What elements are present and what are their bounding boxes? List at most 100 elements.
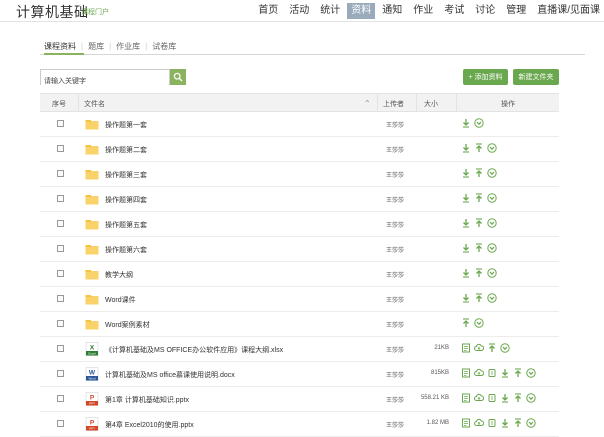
more-icon[interactable] (474, 118, 484, 128)
download-icon[interactable] (461, 118, 471, 128)
more-icon[interactable] (487, 293, 497, 303)
tab-separator: | (81, 41, 84, 51)
row-actions (461, 418, 536, 428)
new-folder-button[interactable]: 新建文件夹 (513, 69, 559, 85)
upload-icon[interactable] (487, 343, 497, 353)
more-icon[interactable] (487, 143, 497, 153)
row-checkbox[interactable] (57, 420, 64, 427)
nav-item[interactable]: 资料 (347, 2, 376, 19)
subtab[interactable]: 试卷库 (148, 41, 180, 52)
upload-icon[interactable] (513, 368, 523, 378)
link-icon[interactable] (487, 418, 497, 428)
search-input[interactable] (41, 74, 169, 89)
download-icon[interactable] (461, 168, 471, 178)
cloud-icon[interactable] (474, 368, 484, 378)
link-icon[interactable] (487, 368, 497, 378)
nav-item[interactable]: 考试 (440, 3, 468, 19)
download-icon[interactable] (500, 418, 510, 428)
file-name-link[interactable]: 操作题第三套 (105, 170, 147, 180)
nav-item[interactable]: 首页 (254, 3, 282, 19)
row-checkbox[interactable] (57, 145, 64, 152)
file-name-link[interactable]: 操作题第二套 (105, 145, 147, 155)
more-icon[interactable] (487, 193, 497, 203)
preview-icon[interactable] (461, 343, 471, 353)
row-checkbox[interactable] (57, 195, 64, 202)
row-checkbox[interactable] (57, 370, 64, 377)
upload-icon[interactable] (474, 218, 484, 228)
subtab[interactable]: 作业库 (112, 41, 144, 52)
more-icon[interactable] (487, 168, 497, 178)
file-name-link[interactable]: 操作题第六套 (105, 245, 147, 255)
svg-text:P: P (90, 395, 95, 402)
file-name-link[interactable]: 教学大纲 (105, 270, 133, 280)
nav-item[interactable]: 统计 (316, 3, 344, 19)
more-icon[interactable] (487, 218, 497, 228)
nav-item[interactable]: 作业 (409, 3, 437, 19)
upload-icon[interactable] (461, 318, 471, 328)
search-button[interactable] (170, 69, 186, 85)
more-icon[interactable] (526, 418, 536, 428)
more-icon[interactable] (526, 393, 536, 403)
more-icon[interactable] (526, 368, 536, 378)
file-name-link[interactable]: 操作题第五套 (105, 220, 147, 230)
link-icon[interactable] (487, 393, 497, 403)
file-name-link[interactable]: 《计算机基础及MS OFFICE办公软件应用》课程大纲.xlsx (105, 345, 283, 355)
file-name-link[interactable]: 第4章 Excel2010的使用.pptx (105, 420, 194, 430)
file-name-link[interactable]: 操作题第一套 (105, 120, 147, 130)
active-tab-indicator (44, 53, 84, 55)
more-icon[interactable] (487, 268, 497, 278)
preview-icon[interactable] (461, 393, 471, 403)
row-checkbox[interactable] (57, 320, 64, 327)
file-name-link[interactable]: Word课件 (105, 295, 136, 305)
preview-icon[interactable] (461, 418, 471, 428)
file-name-link[interactable]: 操作题第四套 (105, 195, 147, 205)
download-icon[interactable] (500, 368, 510, 378)
more-icon[interactable] (500, 343, 510, 353)
row-checkbox[interactable] (57, 270, 64, 277)
upload-icon[interactable] (474, 243, 484, 253)
nav-item[interactable]: 活动 (285, 3, 313, 19)
row-actions (461, 293, 497, 303)
nav-item[interactable]: 直播课/见面课 (533, 3, 604, 19)
row-checkbox[interactable] (57, 245, 64, 252)
download-icon[interactable] (461, 293, 471, 303)
row-checkbox[interactable] (57, 220, 64, 227)
download-icon[interactable] (500, 393, 510, 403)
row-checkbox[interactable] (57, 395, 64, 402)
download-icon[interactable] (461, 218, 471, 228)
cloud-icon[interactable] (474, 418, 484, 428)
row-checkbox[interactable] (57, 170, 64, 177)
download-icon[interactable] (461, 193, 471, 203)
upload-icon[interactable] (474, 168, 484, 178)
upload-icon[interactable] (474, 293, 484, 303)
download-icon[interactable] (461, 143, 471, 153)
file-name-link[interactable]: Word案例素材 (105, 320, 150, 330)
upload-icon[interactable] (474, 268, 484, 278)
nav-item[interactable]: 管理 (502, 3, 530, 19)
cloud-icon[interactable] (474, 343, 484, 353)
upload-icon[interactable] (513, 393, 523, 403)
download-icon[interactable] (461, 243, 471, 253)
upload-icon[interactable] (513, 418, 523, 428)
nav-item[interactable]: 讨论 (471, 3, 499, 19)
sort-caret-icon[interactable]: ⌃ (364, 99, 371, 108)
subtab[interactable]: 题库 (84, 41, 108, 52)
row-checkbox[interactable] (57, 120, 64, 127)
file-name-link[interactable]: 计算机基础及MS office慕课使用说明.docx (105, 370, 235, 380)
cloud-icon[interactable] (474, 393, 484, 403)
upload-icon[interactable] (474, 143, 484, 153)
course-portal-link[interactable]: 课程门户 (81, 7, 109, 17)
col-filename-header[interactable]: 文件名 (84, 99, 105, 109)
more-icon[interactable] (487, 243, 497, 253)
row-checkbox[interactable] (57, 345, 64, 352)
upload-icon[interactable] (474, 193, 484, 203)
preview-icon[interactable] (461, 368, 471, 378)
row-checkbox[interactable] (57, 295, 64, 302)
add-resource-button[interactable]: + 添加资料 (463, 69, 508, 85)
subtab[interactable]: 课程资料 (40, 41, 80, 52)
download-icon[interactable] (461, 268, 471, 278)
nav-item[interactable]: 通知 (378, 3, 406, 19)
file-name-link[interactable]: 第1章 计算机基础知识.pptx (105, 395, 189, 405)
row-actions (461, 343, 510, 353)
more-icon[interactable] (474, 318, 484, 328)
